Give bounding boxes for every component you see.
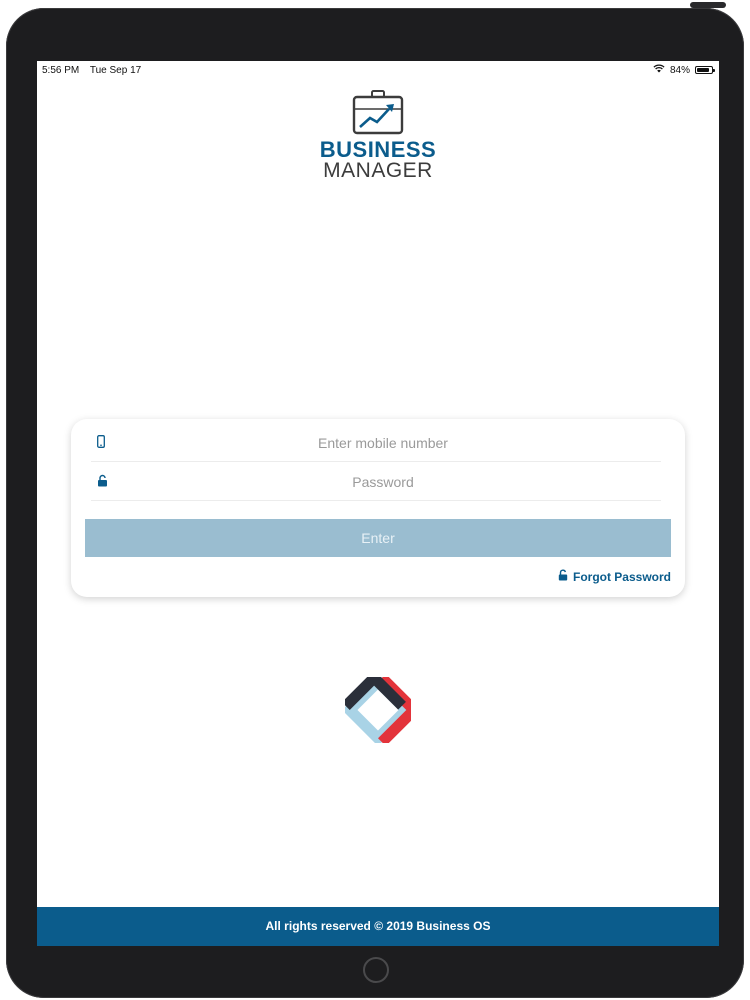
mobile-phone-icon	[97, 435, 105, 453]
lock-open-icon	[558, 569, 568, 584]
enter-button[interactable]: Enter	[85, 519, 671, 557]
business-os-logo	[345, 677, 411, 743]
mobile-field-row	[91, 423, 661, 463]
password-input[interactable]	[121, 462, 645, 502]
footer-bar: All rights reserved © 2019 Business OS	[37, 907, 719, 946]
password-field-row	[91, 462, 661, 502]
status-right: 84%	[653, 64, 715, 76]
mobile-number-input[interactable]	[121, 423, 645, 463]
brand-title-business: BUSINESS	[319, 137, 437, 162]
status-time: 5:56 PM	[42, 65, 80, 76]
login-card: Enter Forgot Password	[71, 419, 685, 597]
forgot-password-link[interactable]: Forgot Password	[558, 569, 671, 584]
battery-fill	[697, 68, 709, 72]
footer-copyright: All rights reserved © 2019 Business OS	[265, 919, 491, 933]
briefcase-chart-icon	[352, 90, 404, 135]
app-screen: 5:56 PM Tue Sep 17 84% BUSINESS MANAGER …	[37, 61, 719, 946]
battery-icon	[695, 66, 715, 74]
device-top-button	[690, 2, 726, 8]
wifi-icon	[653, 64, 665, 76]
status-date: Tue Sep 17	[89, 65, 142, 76]
status-bar: 5:56 PM Tue Sep 17 84%	[37, 61, 719, 79]
brand-logo: BUSINESS MANAGER	[37, 89, 719, 181]
home-button[interactable]	[363, 957, 389, 983]
status-left: 5:56 PM Tue Sep 17	[42, 65, 149, 76]
brand-title-manager: MANAGER	[323, 159, 433, 182]
forgot-password-label: Forgot Password	[572, 569, 671, 584]
lock-icon	[97, 474, 108, 492]
battery-percent: 84%	[669, 64, 690, 76]
